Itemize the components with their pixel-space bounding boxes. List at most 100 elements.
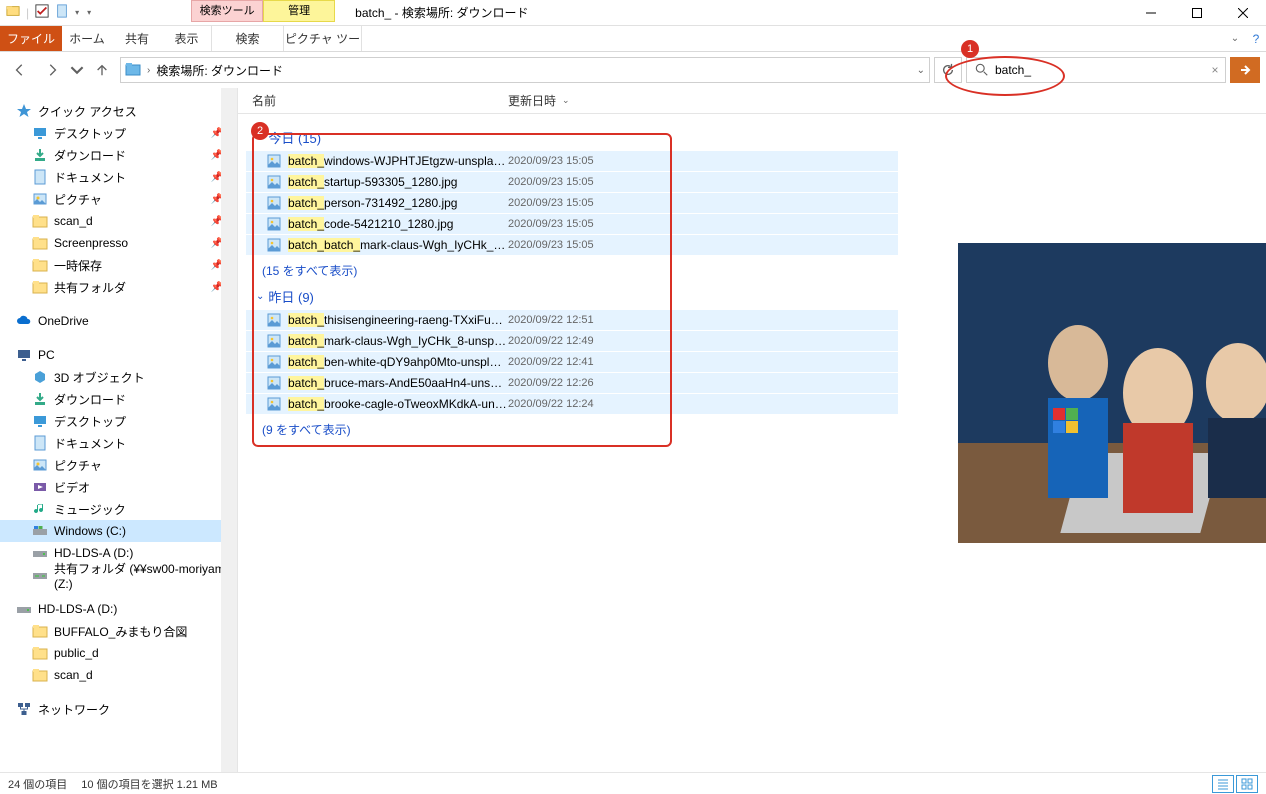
group-header[interactable]: ⌄昨日 (9)	[246, 281, 898, 310]
item-icon	[32, 125, 48, 141]
file-row[interactable]: batch_windows-WJPHTJEtgzw-unsplash.j...2…	[246, 151, 898, 172]
column-name[interactable]: 名前	[252, 92, 508, 109]
item-icon	[32, 169, 48, 185]
sidebar-drive-item[interactable]: public_d	[0, 642, 237, 664]
file-row[interactable]: batch_startup-593305_1280.jpg2020/09/23 …	[246, 172, 898, 193]
show-all-link[interactable]: (9 をすべて表示)	[246, 415, 898, 440]
qat-dropdown[interactable]: ▾	[75, 8, 79, 17]
search-input[interactable]	[967, 58, 1205, 82]
up-button[interactable]	[88, 56, 116, 84]
tab-home[interactable]: ホーム	[62, 26, 112, 51]
sidebar-pc[interactable]: PC	[0, 344, 237, 366]
search-clear-button[interactable]: ×	[1205, 63, 1225, 77]
item-icon	[32, 235, 48, 251]
forward-button[interactable]	[38, 56, 66, 84]
sidebar-drive2[interactable]: HD-LDS-A (D:)	[0, 598, 237, 620]
help-icon[interactable]: ?	[1246, 26, 1266, 51]
file-row[interactable]: batch_person-731492_1280.jpg2020/09/23 1…	[246, 193, 898, 214]
sidebar-pc-item[interactable]: デスクトップ	[0, 410, 237, 432]
sidebar-quick-item[interactable]: ダウンロード📌	[0, 144, 237, 166]
refresh-button[interactable]	[934, 57, 962, 83]
file-row[interactable]: batch_thisisengineering-raeng-TXxiFuQL..…	[246, 310, 898, 331]
sidebar-network[interactable]: ネットワーク	[0, 698, 237, 720]
sidebar-pc-item[interactable]: Windows (C:)	[0, 520, 237, 542]
sidebar-onedrive[interactable]: OneDrive	[0, 310, 237, 332]
sidebar-pc-item[interactable]: ピクチャ	[0, 454, 237, 476]
sidebar-quick-access[interactable]: クイック アクセス	[0, 100, 237, 122]
sidebar-pc-item[interactable]: 3D オブジェクト	[0, 366, 237, 388]
main-area: クイック アクセス デスクトップ📌ダウンロード📌ドキュメント📌ピクチャ📌scan…	[0, 88, 1266, 772]
view-details-button[interactable]	[1212, 775, 1234, 793]
sidebar-quick-item[interactable]: ドキュメント📌	[0, 166, 237, 188]
search-go-button[interactable]	[1230, 57, 1260, 83]
maximize-button[interactable]	[1174, 0, 1220, 26]
group-header[interactable]: ⌄今日 (15)	[246, 122, 898, 151]
view-thumbnails-button[interactable]	[1236, 775, 1258, 793]
recent-dropdown[interactable]	[70, 56, 84, 84]
sidebar: クイック アクセス デスクトップ📌ダウンロード📌ドキュメント📌ピクチャ📌scan…	[0, 88, 238, 772]
qat-overflow[interactable]: ▾	[87, 8, 91, 17]
sidebar-pc-item[interactable]: ミュージック	[0, 498, 237, 520]
context-tab-search[interactable]: 検索ツール	[191, 0, 263, 22]
item-icon	[32, 545, 48, 561]
file-row[interactable]: batch_bruce-mars-AndE50aaHn4-unspla...20…	[246, 373, 898, 394]
tab-search-tool[interactable]: 検索	[212, 26, 284, 51]
file-row[interactable]: batch_code-5421210_1280.jpg2020/09/23 15…	[246, 214, 898, 235]
file-name: batch_code-5421210_1280.jpg	[288, 217, 508, 231]
search-icon	[975, 63, 989, 77]
sidebar-quick-item[interactable]: 共有フォルダ📌	[0, 276, 237, 298]
file-name: batch_mark-claus-Wgh_IyCHk_8-unsplas...	[288, 334, 508, 348]
file-date: 2020/09/23 15:05	[508, 155, 628, 167]
status-count: 24 個の項目	[8, 776, 67, 792]
column-date[interactable]: 更新日時 ⌄	[508, 92, 648, 109]
ribbon-expand-icon[interactable]: ⌄	[1224, 26, 1246, 51]
sidebar-quick-item[interactable]: scan_d📌	[0, 210, 237, 232]
item-icon	[32, 257, 48, 273]
image-file-icon	[266, 174, 282, 190]
sidebar-drive-item[interactable]: scan_d	[0, 664, 237, 686]
sidebar-scrollbar[interactable]	[221, 88, 237, 772]
file-row[interactable]: batch_brooke-cagle-oTweoxMKdkA-uns...202…	[246, 394, 898, 415]
address-dropdown-icon[interactable]: ⌄	[917, 65, 925, 76]
sidebar-quick-item[interactable]: デスクトップ📌	[0, 122, 237, 144]
file-date: 2020/09/23 15:05	[508, 197, 628, 209]
explorer-icon	[6, 4, 20, 21]
sidebar-drive-item[interactable]: BUFFALO_みまもり合図	[0, 620, 237, 642]
show-all-link[interactable]: (15 をすべて表示)	[246, 256, 898, 281]
sidebar-quick-item[interactable]: 一時保存📌	[0, 254, 237, 276]
checkbox-icon[interactable]	[35, 4, 49, 21]
close-button[interactable]	[1220, 0, 1266, 26]
folder-icon	[32, 623, 48, 639]
image-file-icon	[266, 312, 282, 328]
file-row[interactable]: batch_mark-claus-Wgh_IyCHk_8-unsplas...2…	[246, 331, 898, 352]
qat-doc-icon[interactable]	[55, 4, 69, 21]
column-headers: 名前 更新日時 ⌄	[238, 88, 1266, 114]
back-button[interactable]	[6, 56, 34, 84]
image-file-icon	[266, 153, 282, 169]
sidebar-quick-item[interactable]: Screenpresso📌	[0, 232, 237, 254]
address-bar[interactable]: › 検索場所: ダウンロード ⌄	[120, 57, 930, 83]
tab-file[interactable]: ファイル	[0, 26, 62, 51]
item-icon	[32, 279, 48, 295]
tab-picture-tool[interactable]: ピクチャ ツール	[284, 26, 362, 51]
tab-share[interactable]: 共有	[112, 26, 162, 51]
file-row[interactable]: batch_ben-white-qDY9ahp0Mto-unsplas...20…	[246, 352, 898, 373]
sidebar-pc-item[interactable]: ダウンロード	[0, 388, 237, 410]
file-date: 2020/09/22 12:51	[508, 314, 628, 326]
sidebar-pc-item[interactable]: ドキュメント	[0, 432, 237, 454]
file-name: batch_bruce-mars-AndE50aaHn4-unspla...	[288, 376, 508, 390]
sidebar-pc-item[interactable]: ビデオ	[0, 476, 237, 498]
image-file-icon	[266, 396, 282, 412]
context-tab-manage[interactable]: 管理	[263, 0, 335, 22]
file-name: batch_thisisengineering-raeng-TXxiFuQL..…	[288, 313, 508, 327]
minimize-button[interactable]	[1128, 0, 1174, 26]
file-row[interactable]: batch_batch_mark-claus-Wgh_IyCHk_8-u...2…	[246, 235, 898, 256]
image-file-icon	[266, 333, 282, 349]
tab-view[interactable]: 表示	[162, 26, 212, 51]
sidebar-pc-item[interactable]: 共有フォルダ (¥¥sw00-moriyama) (Z:)	[0, 564, 237, 586]
item-icon	[32, 191, 48, 207]
chevron-right-icon[interactable]: ›	[147, 65, 150, 76]
context-tabs: 検索ツール 管理	[191, 0, 335, 25]
search-results: ⌄今日 (15)batch_windows-WJPHTJEtgzw-unspla…	[238, 114, 898, 448]
sidebar-quick-item[interactable]: ピクチャ📌	[0, 188, 237, 210]
